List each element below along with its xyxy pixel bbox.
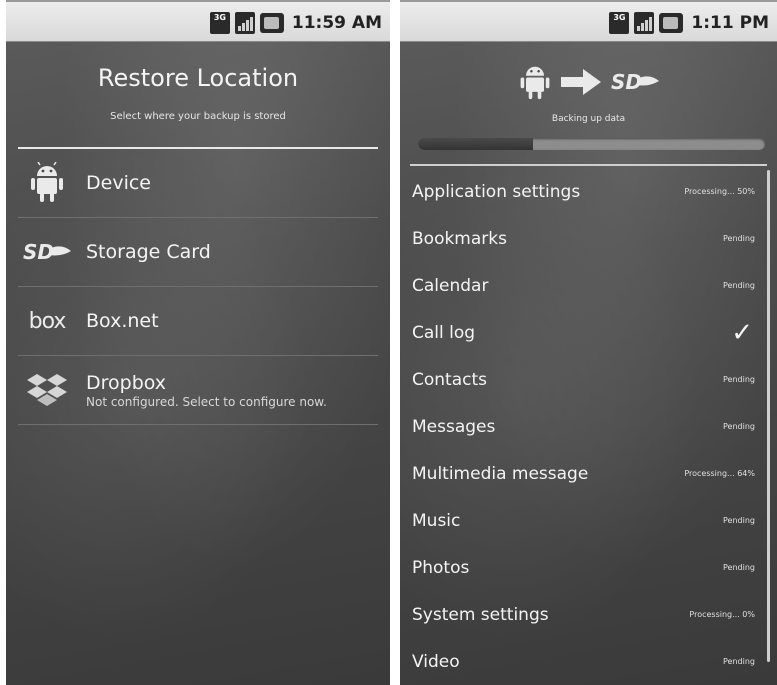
- location-label: Dropbox: [86, 371, 167, 394]
- android-icon: [18, 159, 76, 207]
- sd-card-icon: SD: [611, 71, 659, 93]
- signal-strength-icon: [634, 12, 655, 34]
- location-item-box-net[interactable]: box Box.net: [18, 287, 378, 356]
- backup-status-label: Backing up data: [551, 114, 626, 124]
- location-label: Device: [86, 172, 151, 194]
- page-title: Restore Location: [97, 64, 299, 92]
- backup-item-label: Application settings: [412, 181, 581, 202]
- backup-item-row[interactable]: Photos Pending: [412, 544, 755, 591]
- backup-item-status: Pending: [723, 516, 755, 525]
- backup-item-label: System settings: [412, 604, 549, 625]
- restore-content: Restore Location Select where your backu…: [6, 42, 390, 685]
- backup-item-status: Pending: [723, 563, 755, 572]
- backup-progress-fill: [418, 138, 533, 150]
- backup-item-status: Processing... 0%: [689, 610, 755, 619]
- 3g-network-icon: 3G: [609, 12, 630, 34]
- backup-item-status: Pending: [723, 281, 755, 290]
- backup-item-label: Calendar: [412, 275, 489, 296]
- battery-icon: [259, 13, 284, 33]
- location-item-device[interactable]: Device: [18, 149, 378, 218]
- backup-item-label: Multimedia message: [412, 463, 589, 484]
- backup-item-row[interactable]: Video Pending: [412, 638, 755, 685]
- backup-item-row[interactable]: Bookmarks Pending: [412, 215, 755, 262]
- status-time: 11:59 AM: [291, 13, 382, 33]
- backup-item-status: Processing... 64%: [684, 469, 755, 478]
- dropbox-icon: [18, 366, 76, 414]
- restore-location-screen: 3G 11:59 AM Restore Location Select wher…: [6, 0, 390, 685]
- box-logo-icon: box: [28, 308, 67, 334]
- 3g-network-icon: 3G: [209, 12, 230, 34]
- backup-item-status: Pending: [723, 375, 755, 384]
- battery-icon: [659, 13, 684, 33]
- backup-item-row[interactable]: System settings Processing... 0%: [412, 591, 755, 638]
- backup-item-label: Photos: [412, 557, 470, 578]
- backup-item-row[interactable]: Application settings Processing... 50%: [412, 168, 755, 215]
- scrollbar[interactable]: [767, 170, 770, 662]
- backup-item-row[interactable]: Messages Pending: [412, 403, 755, 450]
- checkmark-icon: ✓: [731, 317, 753, 348]
- backup-item-label: Video: [412, 651, 460, 672]
- backup-content: SD Backing up data Application settings P…: [400, 42, 777, 685]
- location-item-storage-card[interactable]: SD Storage Card: [18, 218, 378, 287]
- backup-item-label: Messages: [412, 416, 496, 437]
- location-label: Box.net: [86, 310, 159, 332]
- backup-item-row[interactable]: Call log ✓: [412, 309, 755, 356]
- status-bar: 3G 11:59 AM: [6, 0, 390, 42]
- backup-item-label: Music: [412, 510, 461, 531]
- page-subtitle: Select where your backup is stored: [110, 111, 286, 122]
- backup-progress-bar: [418, 138, 765, 150]
- signal-strength-icon: [234, 12, 255, 34]
- backup-item-row[interactable]: Multimedia message Processing... 64%: [412, 450, 755, 497]
- sd-card-icon: SD: [18, 228, 76, 276]
- backup-item-row[interactable]: Contacts Pending: [412, 356, 755, 403]
- backup-progress-screen: 3G 1:11 PM SD Backing up data Applicatio…: [400, 0, 777, 685]
- backup-header-icons: SD: [400, 62, 777, 102]
- location-item-dropbox[interactable]: Dropbox Not configured. Select to config…: [18, 356, 378, 425]
- status-time: 1:11 PM: [691, 13, 769, 33]
- backup-item-status: Pending: [723, 657, 755, 666]
- arrow-right-icon: [560, 69, 601, 95]
- backup-item-status: Processing... 50%: [684, 187, 755, 196]
- status-bar: 3G 1:11 PM: [400, 0, 777, 42]
- backup-item-status: Pending: [723, 422, 755, 431]
- location-sublabel: Not configured. Select to configure now.: [86, 394, 327, 409]
- backup-item-status: Pending: [723, 234, 755, 243]
- backup-item-row[interactable]: Music Pending: [412, 497, 755, 544]
- location-label: Storage Card: [86, 241, 211, 263]
- android-icon: [520, 66, 549, 100]
- backup-item-label: Call log: [412, 322, 476, 343]
- list-divider: [410, 164, 767, 166]
- backup-item-label: Contacts: [412, 369, 487, 390]
- backup-item-label: Bookmarks: [412, 228, 507, 249]
- backup-item-row[interactable]: Calendar Pending: [412, 262, 755, 309]
